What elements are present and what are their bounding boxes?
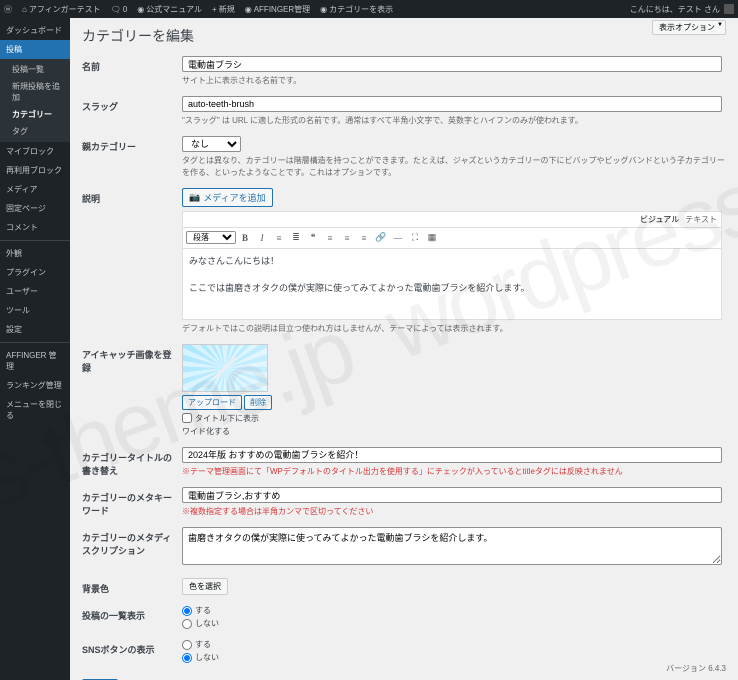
version: バージョン 6.4.3 xyxy=(666,663,726,674)
list-label: 投稿の一覧表示 xyxy=(82,605,182,639)
sidebar-item[interactable]: ダッシュボード xyxy=(0,21,70,40)
parent-desc: タグとは異なり、カテゴリーは階層構造を持つことができます。たとえば、ジャズという… xyxy=(182,155,726,177)
admin-topbar: ⓦ ⌂ アフィンガーテスト 🗨 0 ◉ 公式マニュアル + 新規 ◉ AFFIN… xyxy=(0,0,738,18)
admin-sidebar: ダッシュボード投稿投稿一覧新規投稿を追加カテゴリータグマイブロック再利用ブロック… xyxy=(0,18,70,680)
format-select[interactable]: 段落 xyxy=(186,231,236,244)
upload-button[interactable]: アップロード xyxy=(182,395,242,410)
name-desc: サイト上に表示される名前です。 xyxy=(182,75,726,86)
fullscreen-button[interactable]: ⛶ xyxy=(407,230,423,246)
sidebar-item[interactable]: 設定 xyxy=(0,320,70,339)
quote-button[interactable]: ❝ xyxy=(305,230,321,246)
wide-label: ワイド化する xyxy=(182,426,726,437)
greeting[interactable]: こんにちは、テスト さん xyxy=(630,4,720,15)
bold-button[interactable]: B xyxy=(237,230,253,246)
sidebar-item[interactable]: 投稿 xyxy=(0,40,70,59)
link-button[interactable]: 🔗 xyxy=(373,230,389,246)
title-rw-label: カテゴリータイトルの書き替え xyxy=(82,447,182,487)
title-rw-input[interactable] xyxy=(182,447,722,463)
manual-link[interactable]: ◉ 公式マニュアル xyxy=(137,4,202,15)
site-link[interactable]: ⌂ アフィンガーテスト xyxy=(22,4,101,15)
toggle-button[interactable]: ▦ xyxy=(424,230,440,246)
delete-thumb-button[interactable]: 削除 xyxy=(244,395,272,410)
list-yes-radio[interactable] xyxy=(182,606,192,616)
sidebar-item[interactable]: プラグイン xyxy=(0,263,70,282)
sidebar-item[interactable]: ユーザー xyxy=(0,282,70,301)
sidebar-item[interactable]: 外観 xyxy=(0,244,70,263)
color-select-button[interactable]: 色を選択 xyxy=(182,578,228,595)
sidebar-item[interactable]: メディア xyxy=(0,180,70,199)
sidebar-item[interactable]: ツール xyxy=(0,301,70,320)
more-button[interactable]: — xyxy=(390,230,406,246)
name-input[interactable] xyxy=(182,56,722,72)
align-left-button[interactable]: ≡ xyxy=(322,230,338,246)
text-tab[interactable]: テキスト xyxy=(685,214,717,225)
sidebar-item[interactable]: AFFINGER 管理 xyxy=(0,346,70,376)
metakw-input[interactable] xyxy=(182,487,722,503)
sidebar-subitem[interactable]: タグ xyxy=(0,123,70,140)
visual-tab[interactable]: ビジュアル xyxy=(640,214,679,225)
add-media-button[interactable]: 📷 メディアを追加 xyxy=(182,188,273,207)
sns-yes-radio[interactable] xyxy=(182,640,192,650)
main-content: 表示オプション カテゴリーを編集 名前サイト上に表示される名前です。 スラッグ"… xyxy=(70,18,738,680)
parent-select[interactable]: なし xyxy=(182,136,241,152)
wp-logo[interactable]: ⓦ xyxy=(4,4,12,15)
italic-button[interactable]: I xyxy=(254,230,270,246)
sidebar-item[interactable]: メニューを閉じる xyxy=(0,395,70,425)
thumbnail-preview[interactable] xyxy=(182,344,268,392)
align-right-button[interactable]: ≡ xyxy=(356,230,372,246)
align-center-button[interactable]: ≡ xyxy=(339,230,355,246)
editor-content[interactable]: みなさんこんにちは！ここでは歯磨きオタクの僕が実際に使ってみてよかった電動歯ブラ… xyxy=(183,249,721,319)
slug-input[interactable] xyxy=(182,96,722,112)
sidebar-subitem[interactable]: 投稿一覧 xyxy=(0,61,70,78)
new-link[interactable]: + 新規 xyxy=(212,4,235,15)
sns-label: SNSボタンの表示 xyxy=(82,639,182,673)
bgcolor-label: 背景色 xyxy=(82,578,182,605)
sidebar-subitem[interactable]: カテゴリー xyxy=(0,106,70,123)
ul-button[interactable]: ≡ xyxy=(271,230,287,246)
slug-desc: "スラッグ" は URL に適した形式の名前です。通常はすべて半角小文字で、英数… xyxy=(182,115,726,126)
parent-label: 親カテゴリー xyxy=(82,136,182,187)
title-rw-desc: ※テーマ管理画面にて「WPデフォルトのタイトル出力を使用する」にチェックが入って… xyxy=(182,466,726,477)
list-no-radio[interactable] xyxy=(182,619,192,629)
metadesc-input[interactable]: 歯磨きオタクの僕が実際に使ってみてよかった電動歯ブラシを紹介します。 xyxy=(182,527,722,565)
page-title: カテゴリーを編集 xyxy=(82,26,726,46)
metakw-desc: ※複数指定する場合は半角カンマで区切ってください xyxy=(182,506,726,517)
view-link[interactable]: ◉ カテゴリーを表示 xyxy=(320,4,393,15)
sidebar-item[interactable]: マイブロック xyxy=(0,142,70,161)
sidebar-item[interactable]: コメント xyxy=(0,218,70,237)
sns-no-radio[interactable] xyxy=(182,653,192,663)
editor-toolbar: 段落 B I ≡ ≣ ❝ ≡ ≡ ≡ 🔗 — ⛶ ▦ xyxy=(183,228,721,249)
metakw-label: カテゴリーのメタキーワード xyxy=(82,487,182,527)
affinger-link[interactable]: ◉ AFFINGER管理 xyxy=(245,4,310,15)
desc-desc: デフォルトではこの説明は目立つ使われ方はしませんが、テーマによっては表示されます… xyxy=(182,323,726,334)
name-label: 名前 xyxy=(82,56,182,96)
sidebar-item[interactable]: 再利用ブロック xyxy=(0,161,70,180)
editor: ビジュアルテキスト 段落 B I ≡ ≣ ❝ ≡ ≡ ≡ 🔗 — ⛶ ▦ みなさ… xyxy=(182,211,722,320)
slug-label: スラッグ xyxy=(82,96,182,136)
sidebar-subitem[interactable]: 新規投稿を追加 xyxy=(0,78,70,106)
desc-label: 説明 xyxy=(82,188,182,344)
sidebar-item[interactable]: ランキング管理 xyxy=(0,376,70,395)
sidebar-item[interactable]: 固定ページ xyxy=(0,199,70,218)
metadesc-label: カテゴリーのメタディスクリプション xyxy=(82,527,182,578)
show-title-checkbox[interactable] xyxy=(182,413,192,423)
avatar[interactable] xyxy=(724,4,734,14)
screen-options-toggle[interactable]: 表示オプション xyxy=(652,20,726,35)
ol-button[interactable]: ≣ xyxy=(288,230,304,246)
comments-link[interactable]: 🗨 0 xyxy=(111,4,128,15)
thumb-label: アイキャッチ画像を登録 xyxy=(82,344,182,447)
